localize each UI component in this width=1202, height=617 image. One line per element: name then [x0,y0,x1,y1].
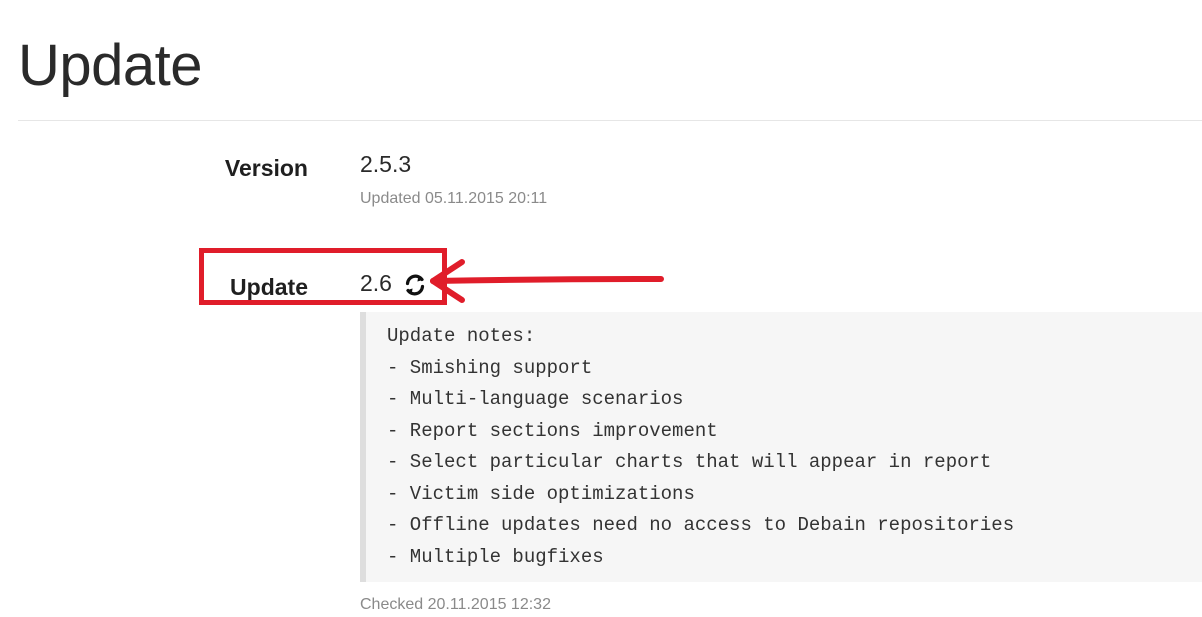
update-version-value: 2.6 [360,270,392,296]
version-label: Version [224,155,308,181]
notes-line: Update notes: [387,325,536,347]
update-notes-box: Update notes: - Smishing support - Multi… [360,312,1202,582]
notes-line: - Victim side optimizations [387,482,695,505]
annotation-arrow [430,259,664,303]
notes-line: - Multi-language scenarios [387,388,684,410]
notes-line: - Select particular charts that will app… [387,451,992,473]
notes-line: - Offline updates need no access to Deba… [387,514,1015,536]
notes-line: - Smishing support [387,356,593,379]
version-value: 2.5.3 [360,151,412,177]
title-divider [18,120,1202,121]
update-label: Update [230,274,308,300]
page-title: Update [18,33,203,98]
version-updated-text: Updated 05.11.2015 20:11 [360,190,548,207]
checked-timestamp: Checked 20.11.2015 12:32 [360,596,551,613]
notes-line: - Multiple bugfixes [387,545,604,568]
notes-line: - Report sections improvement [387,419,718,442]
